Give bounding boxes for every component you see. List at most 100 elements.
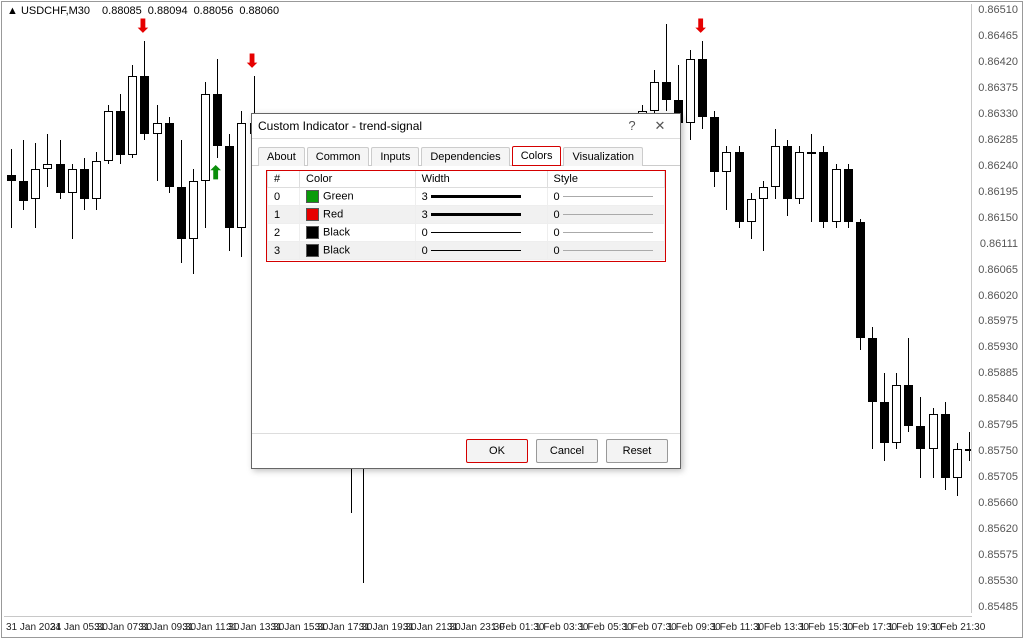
tab-visualization[interactable]: Visualization — [563, 147, 643, 166]
candle[interactable] — [224, 18, 235, 615]
tab-dependencies[interactable]: Dependencies — [421, 147, 509, 166]
width-cell[interactable]: 0 — [415, 224, 547, 242]
ok-button[interactable]: OK — [466, 439, 528, 463]
color-cell[interactable]: Black — [300, 242, 416, 260]
line-width-sample-icon — [431, 232, 521, 233]
price-tick: 0.85660 — [978, 497, 1018, 509]
price-tick: 0.85795 — [978, 419, 1018, 431]
candle[interactable] — [903, 18, 914, 615]
candle[interactable] — [115, 18, 126, 615]
candle[interactable] — [30, 18, 41, 615]
width-cell[interactable]: 0 — [415, 242, 547, 260]
price-tick: 0.85885 — [978, 367, 1018, 379]
col-style[interactable]: Style — [547, 171, 665, 188]
col-color[interactable]: Color — [300, 171, 416, 188]
candle[interactable] — [770, 18, 781, 615]
color-cell[interactable]: Green — [300, 188, 416, 206]
signal-arrow-up-icon: ⬆ — [208, 164, 223, 182]
color-row[interactable]: 2Black0 0 — [268, 224, 665, 242]
price-tick: 0.86375 — [978, 82, 1018, 94]
ohlc-low: 0.88056 — [194, 5, 234, 17]
tab-about[interactable]: About — [258, 147, 305, 166]
width-cell[interactable]: 3 — [415, 206, 547, 224]
style-cell[interactable]: 0 — [547, 224, 665, 242]
candle[interactable] — [843, 18, 854, 615]
color-cell[interactable]: Black — [300, 224, 416, 242]
tab-common[interactable]: Common — [307, 147, 370, 166]
candle[interactable] — [67, 18, 78, 615]
price-tick: 0.86240 — [978, 160, 1018, 172]
tab-colors[interactable]: Colors — [512, 146, 562, 166]
help-button[interactable]: ? — [618, 117, 646, 135]
signal-arrow-down-icon: ⬇ — [693, 17, 708, 35]
candle[interactable] — [152, 18, 163, 615]
candle[interactable] — [212, 18, 223, 615]
candle[interactable] — [139, 18, 150, 615]
candle[interactable] — [721, 18, 732, 615]
candle[interactable] — [952, 18, 963, 615]
col-width[interactable]: Width — [415, 171, 547, 188]
candle[interactable] — [127, 18, 138, 615]
candle[interactable] — [18, 18, 29, 615]
color-cell[interactable]: Red — [300, 206, 416, 224]
candle[interactable] — [91, 18, 102, 615]
candle[interactable] — [79, 18, 90, 615]
candle[interactable] — [855, 18, 866, 615]
reset-button[interactable]: Reset — [606, 439, 668, 463]
candle[interactable] — [236, 18, 247, 615]
candle[interactable] — [818, 18, 829, 615]
price-tick: 0.85530 — [978, 575, 1018, 587]
colors-table[interactable]: #ColorWidthStyle0Green3 0 1Red3 0 2Black… — [267, 171, 665, 260]
candle[interactable] — [6, 18, 17, 615]
candle[interactable] — [734, 18, 745, 615]
line-style-sample-icon — [563, 196, 653, 197]
candle[interactable] — [915, 18, 926, 615]
color-row[interactable]: 0Green3 0 — [268, 188, 665, 206]
candle[interactable] — [55, 18, 66, 615]
close-button[interactable]: ✕ — [646, 117, 674, 135]
candle[interactable] — [806, 18, 817, 615]
candle[interactable] — [867, 18, 878, 615]
dialog-titlebar[interactable]: Custom Indicator - trend-signal ? ✕ — [252, 114, 680, 139]
price-tick: 0.85840 — [978, 393, 1018, 405]
time-tick: 1 Feb 21:30 — [932, 622, 985, 633]
candle[interactable] — [103, 18, 114, 615]
candle[interactable] — [709, 18, 720, 615]
candle[interactable] — [200, 18, 211, 615]
price-tick: 0.86020 — [978, 290, 1018, 302]
candle[interactable] — [746, 18, 757, 615]
width-cell[interactable]: 3 — [415, 188, 547, 206]
ohlc-open: 0.88085 — [102, 5, 142, 17]
color-row[interactable]: 3Black0 0 — [268, 242, 665, 260]
candle[interactable] — [794, 18, 805, 615]
cancel-button[interactable]: Cancel — [536, 439, 598, 463]
price-tick: 0.86420 — [978, 56, 1018, 68]
candle[interactable] — [782, 18, 793, 615]
candle[interactable] — [758, 18, 769, 615]
candle[interactable] — [940, 18, 951, 615]
price-tick: 0.85575 — [978, 549, 1018, 561]
col-idx[interactable]: # — [268, 171, 300, 188]
candle[interactable] — [164, 18, 175, 615]
candle[interactable] — [928, 18, 939, 615]
candle[interactable] — [879, 18, 890, 615]
candle[interactable] — [42, 18, 53, 615]
candle[interactable] — [685, 18, 696, 615]
candle[interactable] — [891, 18, 902, 615]
style-cell[interactable]: 0 — [547, 188, 665, 206]
candle[interactable] — [831, 18, 842, 615]
price-axis[interactable]: 0.865100.864650.864200.863750.863300.862… — [971, 4, 1020, 613]
candle[interactable] — [188, 18, 199, 615]
dialog-button-row: OK Cancel Reset — [252, 433, 680, 468]
style-cell[interactable]: 0 — [547, 242, 665, 260]
color-row[interactable]: 1Red3 0 — [268, 206, 665, 224]
price-tick: 0.86065 — [978, 264, 1018, 276]
tab-inputs[interactable]: Inputs — [371, 147, 419, 166]
row-index: 3 — [268, 242, 300, 260]
time-axis[interactable]: 31 Jan 202431 Jan 05:3031 Jan 07:3031 Ja… — [4, 616, 972, 635]
row-index: 2 — [268, 224, 300, 242]
candle[interactable] — [697, 18, 708, 615]
candle[interactable] — [176, 18, 187, 615]
price-tick: 0.86111 — [980, 238, 1018, 250]
style-cell[interactable]: 0 — [547, 206, 665, 224]
